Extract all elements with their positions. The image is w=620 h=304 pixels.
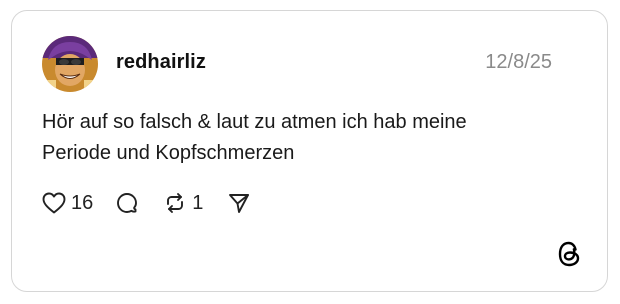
comment-button[interactable]	[115, 191, 139, 215]
send-icon	[229, 194, 250, 213]
post-date[interactable]: 12/8/25	[485, 51, 552, 74]
heart-icon	[42, 192, 66, 214]
username[interactable]: redhairliz	[116, 51, 206, 74]
threads-logo-icon[interactable]	[556, 240, 582, 268]
repost-icon	[167, 193, 184, 213]
like-count: 16	[71, 191, 94, 214]
comment-bubble-icon	[117, 193, 138, 213]
like-button[interactable]: 16	[42, 192, 93, 215]
post-text-line-2: Periode und Kopfschmerzen	[42, 142, 295, 164]
share-button[interactable]	[227, 191, 251, 215]
post-text-line-1: Hör auf so falsch & laut zu atmen ich ha…	[42, 111, 467, 133]
post-text: Hör auf so falsch & laut zu atmen ich ha…	[42, 107, 562, 169]
avatar-image	[42, 36, 98, 92]
threads-logo-svg	[558, 241, 580, 267]
repost-count: 1	[192, 191, 204, 214]
post-card: redhairliz 12/8/25 Hör auf so falsch & l…	[11, 10, 608, 292]
repost-button[interactable]: 1	[163, 191, 203, 215]
avatar[interactable]	[42, 36, 98, 92]
action-bar: 16 1	[42, 190, 251, 216]
